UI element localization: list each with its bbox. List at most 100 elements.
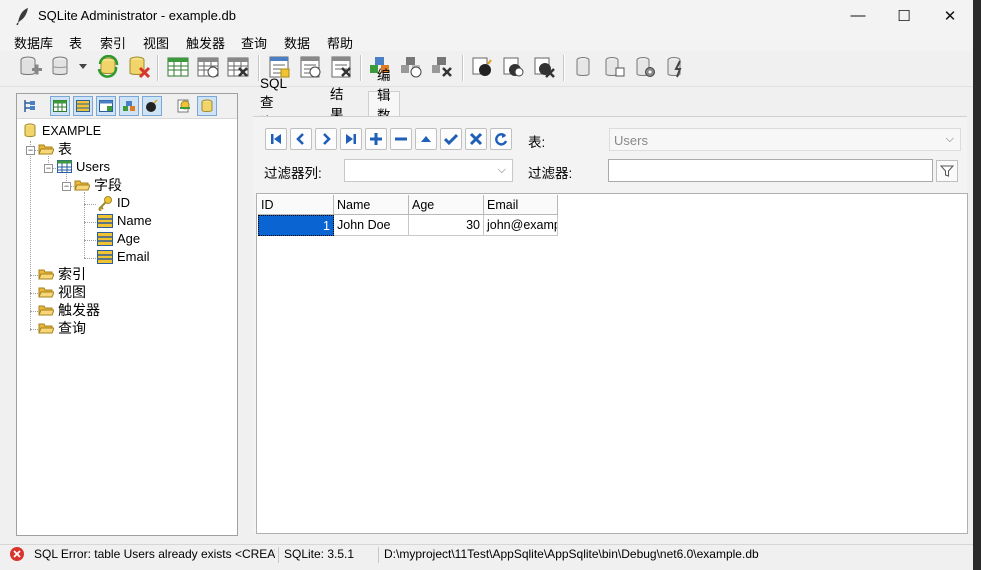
create-trigger-icon[interactable] [468, 53, 496, 81]
filter-column-label: 过滤器列: [264, 166, 322, 181]
minimize-icon: — [850, 7, 866, 24]
filter-label: 过滤器: [528, 166, 573, 181]
filter-triggers-icon[interactable] [142, 96, 162, 116]
grid-cell-email[interactable]: john@examp [484, 215, 558, 236]
optimize-database-icon[interactable] [662, 53, 690, 81]
tree-folder-fields[interactable]: 字段 [74, 176, 122, 193]
tree-label: Name [117, 213, 152, 228]
edit-index-icon[interactable] [296, 53, 324, 81]
tree-folder-queries[interactable]: 查询 [38, 319, 86, 336]
tree-folder-views[interactable]: 视图 [38, 283, 86, 300]
tree-folder-tables[interactable]: 表 [38, 140, 72, 157]
post-record-button[interactable] [440, 128, 462, 150]
filter-column-select[interactable]: ⌵ [344, 159, 513, 182]
close-database-icon[interactable] [125, 53, 153, 81]
delete-record-icon [395, 137, 407, 141]
tree-field-name[interactable]: Name [97, 212, 152, 229]
tree-folder-triggers[interactable]: 触发器 [38, 301, 100, 318]
close-button[interactable]: ✕ [927, 0, 973, 31]
menu-query[interactable]: 查询 [241, 33, 267, 52]
menu-view[interactable]: 视图 [143, 33, 169, 52]
field-icon [97, 213, 113, 229]
new-database-icon[interactable] [17, 53, 45, 81]
grid-header-age[interactable]: Age [409, 195, 484, 215]
tree-field-email[interactable]: Email [97, 248, 150, 265]
open-database-icon[interactable] [48, 53, 76, 81]
tree-folder-indexes[interactable]: 索引 [38, 265, 86, 282]
menu-database[interactable]: 数据库 [14, 33, 53, 52]
app-window: SQLite Administrator - example.db — ☐ ✕ … [0, 0, 973, 570]
maximize-button[interactable]: ☐ [881, 0, 927, 31]
users-expander[interactable]: − [44, 164, 53, 173]
grid-cell-id[interactable]: 1 [258, 215, 334, 236]
cancel-record-button[interactable] [465, 128, 487, 150]
table-select[interactable]: Users ⌵ [609, 128, 961, 151]
tree-view-icon[interactable] [20, 96, 40, 116]
toolbar-separator [360, 55, 362, 81]
compact-database-icon[interactable] [569, 53, 597, 81]
tree-label: EXAMPLE [42, 123, 102, 138]
minimize-button[interactable]: — [835, 0, 881, 31]
grid-cell-age[interactable]: 30 [409, 215, 484, 236]
grid-header-email[interactable]: Email [484, 195, 558, 215]
tree-root-database[interactable]: EXAMPLE [22, 122, 101, 139]
title-bar: SQLite Administrator - example.db — ☐ ✕ [0, 0, 973, 31]
tree-label: Users [76, 159, 110, 174]
edit-table-icon[interactable] [194, 53, 222, 81]
prev-record-icon [296, 133, 304, 145]
menu-help[interactable]: 帮助 [327, 33, 353, 52]
menu-index[interactable]: 索引 [100, 33, 126, 52]
filter-input[interactable] [608, 159, 933, 182]
refresh-database-icon[interactable] [94, 53, 122, 81]
menu-data[interactable]: 数据 [284, 33, 310, 52]
app-feather-icon [16, 8, 28, 25]
tab-sql-query[interactable]: SQL 查询 [260, 76, 287, 130]
grid-header-name[interactable]: Name [334, 195, 409, 215]
refresh-records-button[interactable] [490, 128, 512, 150]
delete-record-button[interactable] [390, 128, 412, 150]
first-record-button[interactable] [265, 128, 287, 150]
apply-filter-button[interactable] [936, 160, 958, 182]
grid-cell-name[interactable]: John Doe [334, 215, 409, 236]
status-error-text: SQL Error: table Users already exists <C… [34, 547, 275, 561]
filter-queries-icon[interactable] [174, 96, 194, 116]
grid-header-id[interactable]: ID [258, 195, 334, 215]
tree-field-id[interactable]: ID [97, 194, 130, 211]
dropdown-arrow-icon[interactable] [76, 53, 90, 81]
database-settings-icon[interactable] [631, 53, 659, 81]
post-record-icon [444, 133, 458, 146]
fields-expander[interactable]: − [62, 182, 71, 191]
open-folder-icon [74, 177, 90, 193]
delete-table-icon[interactable] [224, 53, 252, 81]
insert-record-button[interactable] [365, 128, 387, 150]
filter-indexes-icon[interactable] [96, 96, 116, 116]
delete-trigger-icon[interactable] [530, 53, 558, 81]
tab-results[interactable]: 结果 [330, 87, 344, 122]
edit-record-button[interactable] [415, 128, 437, 150]
tree-field-age[interactable]: Age [97, 230, 140, 247]
tables-expander[interactable]: − [26, 146, 35, 155]
edit-trigger-icon[interactable] [499, 53, 527, 81]
show-database-icon[interactable] [197, 96, 217, 116]
next-record-button[interactable] [315, 128, 337, 150]
edit-view-icon[interactable] [397, 53, 425, 81]
export-database-icon[interactable] [600, 53, 628, 81]
delete-index-icon[interactable] [327, 53, 355, 81]
filter-views-icon[interactable] [119, 96, 139, 116]
prev-record-button[interactable] [290, 128, 312, 150]
status-sqlite-version: SQLite: 3.5.1 [284, 547, 355, 561]
filter-fields-icon[interactable] [73, 96, 93, 116]
create-table-icon[interactable] [164, 53, 192, 81]
tab-edit-data[interactable]: 编辑数据 [368, 68, 400, 143]
menu-table[interactable]: 表 [69, 33, 82, 52]
toolbar-separator [157, 55, 159, 81]
folder-icon [38, 320, 54, 336]
filter-tables-icon[interactable] [50, 96, 70, 116]
delete-view-icon[interactable] [428, 53, 456, 81]
data-grid[interactable]: ID Name Age Email 1 John Doe 30 john@exa… [256, 193, 968, 534]
tree-label: 查询 [58, 319, 86, 336]
tree-table-users[interactable]: Users [56, 158, 110, 175]
last-record-button[interactable] [340, 128, 362, 150]
folder-icon [38, 284, 54, 300]
menu-trigger[interactable]: 触发器 [186, 33, 225, 52]
